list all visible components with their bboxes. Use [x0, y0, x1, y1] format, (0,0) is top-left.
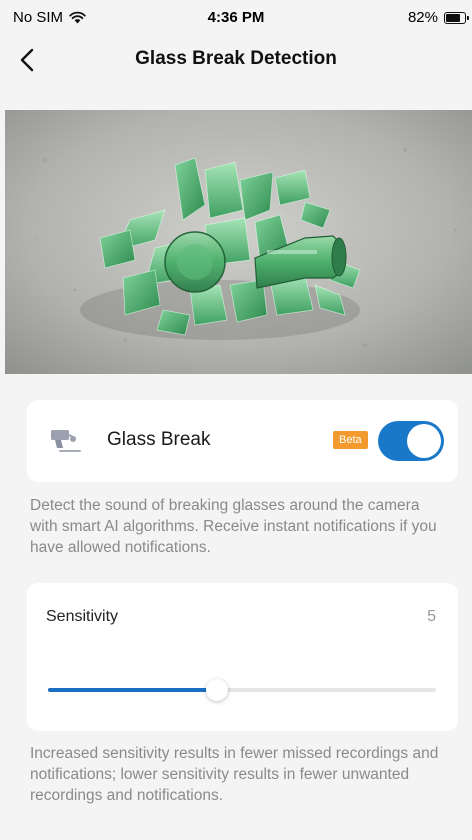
hero-image [5, 110, 472, 374]
slider-thumb[interactable] [205, 679, 228, 701]
page-title: Glass Break Detection [135, 48, 337, 69]
sensitivity-value: 5 [427, 608, 436, 625]
glass-break-toggle[interactable] [378, 421, 444, 461]
camera-icon [51, 430, 81, 452]
status-time: 4:36 PM [207, 9, 265, 26]
battery-percent: 82% [407, 9, 438, 26]
toggle-knob [407, 424, 441, 458]
glass-break-description: Detect the sound of breaking glasses aro… [30, 497, 437, 556]
status-right: 82% [407, 9, 469, 26]
glass-break-label: Glass Break [107, 429, 211, 450]
nav-bar: Glass Break Detection [0, 38, 472, 82]
battery-fill [446, 13, 461, 22]
battery-icon [444, 11, 469, 24]
sensitivity-slider[interactable] [48, 679, 436, 701]
glass-break-card: Glass Break Beta [27, 400, 458, 482]
sensitivity-label: Sensitivity [46, 608, 119, 625]
broken-glass-illustration [5, 110, 472, 374]
sensitivity-card: Sensitivity 5 [27, 583, 458, 731]
slider-fill [48, 688, 217, 692]
sensitivity-description: Increased sensitivity results in fewer m… [30, 745, 439, 804]
beta-badge: Beta [333, 431, 368, 449]
status-bar: No SIM 4:36 PM 82% [0, 0, 472, 38]
